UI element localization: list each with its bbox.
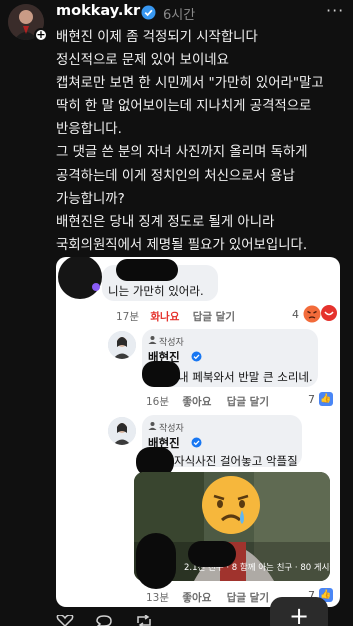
post-timestamp: 6시간 <box>163 8 196 23</box>
redacted-overlay <box>188 541 236 567</box>
compose-button[interactable]: + <box>270 597 328 626</box>
author-avatar <box>108 417 136 445</box>
post-line: 그 댓글 쓴 분의 자녀 사진까지 올리며 독하게 <box>56 145 308 161</box>
post-line: 국회의원직에서 제명될 필요가 있어보입니다. <box>56 237 308 253</box>
reply-button[interactable]: 답글 달기 <box>193 311 235 323</box>
post-line: 캡쳐로만 보면 한 시민께서 "가만히 있어라"말고 <box>56 76 324 92</box>
repost-icon[interactable] <box>136 615 152 626</box>
comment-meta: 17분 화나요 답글 달기 <box>116 309 235 324</box>
heart-icon[interactable] <box>56 615 74 626</box>
post-line: 딱히 한 말 없어보이는데 지나치게 공격적으로 <box>56 99 312 115</box>
verified-badge-icon <box>191 437 202 448</box>
follow-plus-icon[interactable]: + <box>34 28 48 42</box>
reaction-icon <box>321 305 337 321</box>
redacted-name <box>116 259 178 281</box>
attached-screenshot[interactable]: 니는 가만히 있어라. 17분 화나요 답글 달기 4 작성자 배현진 내 페북… <box>56 257 340 607</box>
author-tag-icon <box>148 422 157 430</box>
more-options-icon[interactable]: ··· <box>326 1 344 20</box>
like-button[interactable]: 좋아요 <box>182 396 211 408</box>
redacted-mention <box>142 361 180 387</box>
comment-time: 17분 <box>116 311 140 323</box>
author-tag-icon <box>148 336 157 344</box>
reply-meta: 13분 좋아요 답글 달기 <box>146 590 269 605</box>
comment-icon[interactable] <box>96 615 112 626</box>
author-tag: 작성자 <box>159 338 184 348</box>
post-text: 배현진 이제 좀 걱정되기 시작합니다 정신적으로 문제 있어 보이네요 캡쳐로… <box>56 26 348 257</box>
angry-reaction-button[interactable]: 화나요 <box>150 311 179 323</box>
reply-time: 13분 <box>146 592 170 604</box>
crying-emoji-icon <box>202 476 260 534</box>
comment-text: 니는 가만히 있어라. <box>108 284 204 298</box>
status-dot-icon <box>92 283 100 291</box>
post-line: 반응합니다. <box>56 122 122 138</box>
post-line: 배현진은 당내 징계 정도로 될게 아니라 <box>56 214 275 230</box>
reply-meta: 16분 좋아요 답글 달기 <box>146 394 269 409</box>
username[interactable]: mokkay.kr <box>56 3 140 19</box>
like-button[interactable]: 좋아요 <box>182 592 211 604</box>
thumbs-up-icon: 👍 <box>319 392 333 406</box>
post-line: 정신적으로 문제 있어 보이네요 <box>56 53 229 69</box>
redacted-overlay <box>136 533 176 589</box>
reaction-count: 4 <box>292 308 299 321</box>
redacted-avatar <box>58 257 102 299</box>
verified-badge-icon <box>141 5 156 20</box>
author-avatar <box>108 331 136 359</box>
reply-text: 자식사진 걸어놓고 악플질 <box>174 454 298 468</box>
reply-time: 16분 <box>146 396 170 408</box>
reply-button[interactable]: 답글 달기 <box>227 592 269 604</box>
reply-text: 내 페북와서 반말 큰 소리네. <box>178 370 313 384</box>
angry-emoji-icon <box>303 305 321 323</box>
reply-button[interactable]: 답글 달기 <box>227 396 269 408</box>
author-tag: 작성자 <box>159 424 184 434</box>
post-line: 배현진 이제 좀 걱정되기 시작합니다 <box>56 30 258 45</box>
post-line: 가능합니까? <box>56 191 125 207</box>
verified-badge-icon <box>191 351 202 362</box>
post-line: 공격하는데 이게 정치인의 처신으로서 용납 <box>56 168 295 184</box>
like-count: 7 <box>308 393 315 406</box>
